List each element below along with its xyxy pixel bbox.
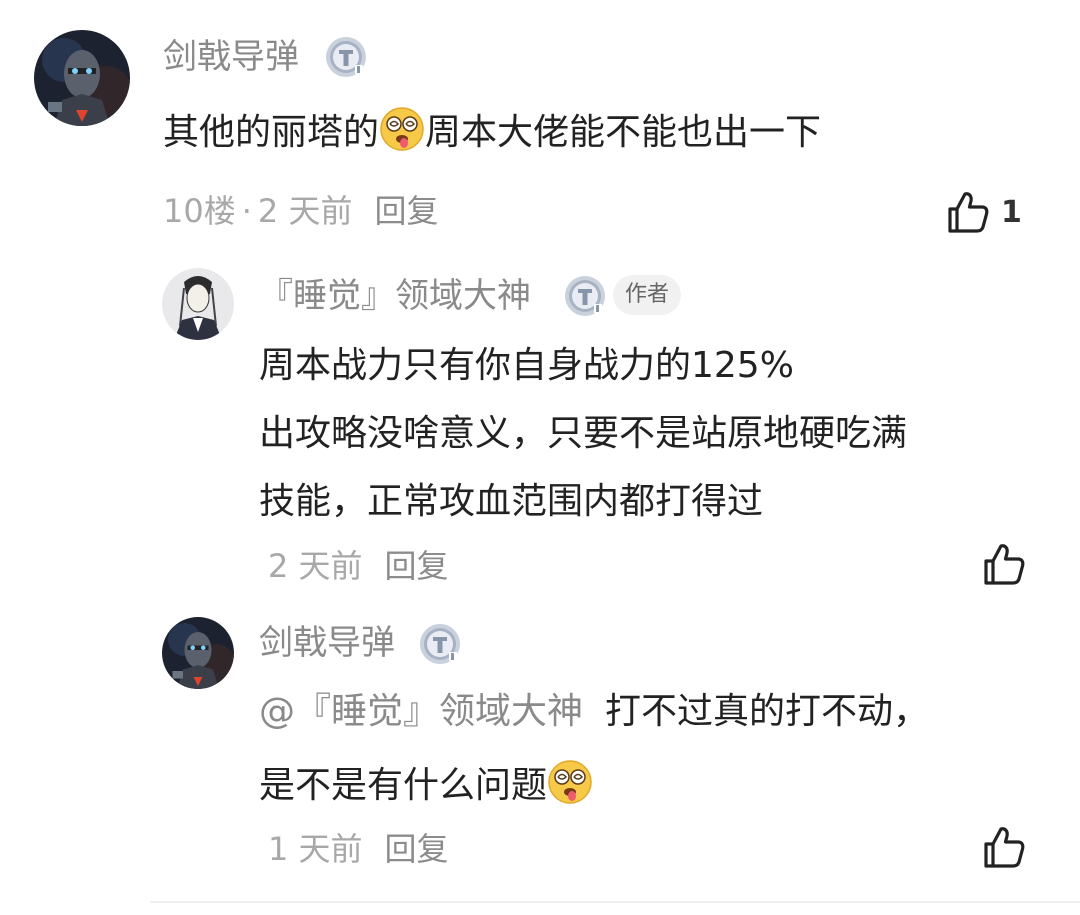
thumbs-up-icon	[981, 541, 1027, 587]
reply-content-line-2: 出攻略没啥意义，只要不是站原地硬吃满	[259, 413, 908, 454]
reply-button[interactable]: 回复	[385, 830, 449, 868]
mention-link[interactable]: @『睡觉』领域大神	[259, 691, 583, 732]
like-button[interactable]	[981, 823, 1027, 871]
reply-meta: 2 天前 回复	[268, 546, 449, 586]
floor-number: 10楼	[163, 192, 236, 230]
dizzy-tongue-emoji-icon	[547, 759, 593, 805]
reply-time: 1 天前	[268, 830, 363, 868]
comment-text-part1: 其他的丽塔的	[163, 112, 380, 153]
reply-content-line-1: 周本战力只有你自身战力的125%	[259, 345, 794, 386]
like-button[interactable]	[981, 540, 1027, 588]
dizzy-tongue-emoji-icon	[379, 106, 425, 152]
reply-content-line-2: 是不是有什么问题	[259, 754, 593, 818]
like-count: 1	[1001, 194, 1022, 230]
meta-separator: ·	[241, 192, 252, 230]
reply-text: 是不是有什么问题	[259, 765, 548, 806]
reply-meta: 1 天前 回复	[268, 829, 449, 869]
user-avatar[interactable]	[162, 617, 234, 689]
thumbs-up-icon	[981, 824, 1027, 870]
reply-content-line-3: 技能，正常攻血范围内都打得过	[259, 481, 764, 522]
comment-username[interactable]: 剑戟导弹	[163, 37, 299, 77]
reply-text: 打不过真的打不动，	[605, 691, 930, 732]
author-tag: 作者	[613, 275, 682, 315]
level-t-badge-icon	[418, 622, 462, 666]
reply-content-line-1: @『睡觉』领域大神 打不过真的打不动，	[259, 680, 929, 744]
reply-username[interactable]: 剑戟导弹	[259, 623, 395, 663]
level-t-badge-icon	[324, 35, 368, 79]
reply-time: 2 天前	[268, 547, 363, 585]
comment-time: 2 天前	[257, 192, 353, 230]
author-avatar[interactable]	[162, 268, 234, 340]
comment-text-part2: 周本大佬能不能也出一下	[425, 112, 822, 153]
like-button[interactable]: 1	[945, 188, 1022, 236]
comment-content: 其他的丽塔的 周本大佬能不能也出一下	[163, 101, 821, 165]
user-avatar[interactable]	[34, 30, 130, 126]
level-t-badge-icon	[563, 274, 607, 318]
comment-meta: 10楼 · 2 天前 回复	[163, 191, 438, 231]
reply-button[interactable]: 回复	[385, 547, 449, 585]
reply-username[interactable]: 『睡觉』领域大神	[259, 276, 531, 316]
reply-button[interactable]: 回复	[374, 192, 438, 230]
thumbs-up-icon	[945, 189, 991, 235]
divider	[150, 901, 1080, 903]
